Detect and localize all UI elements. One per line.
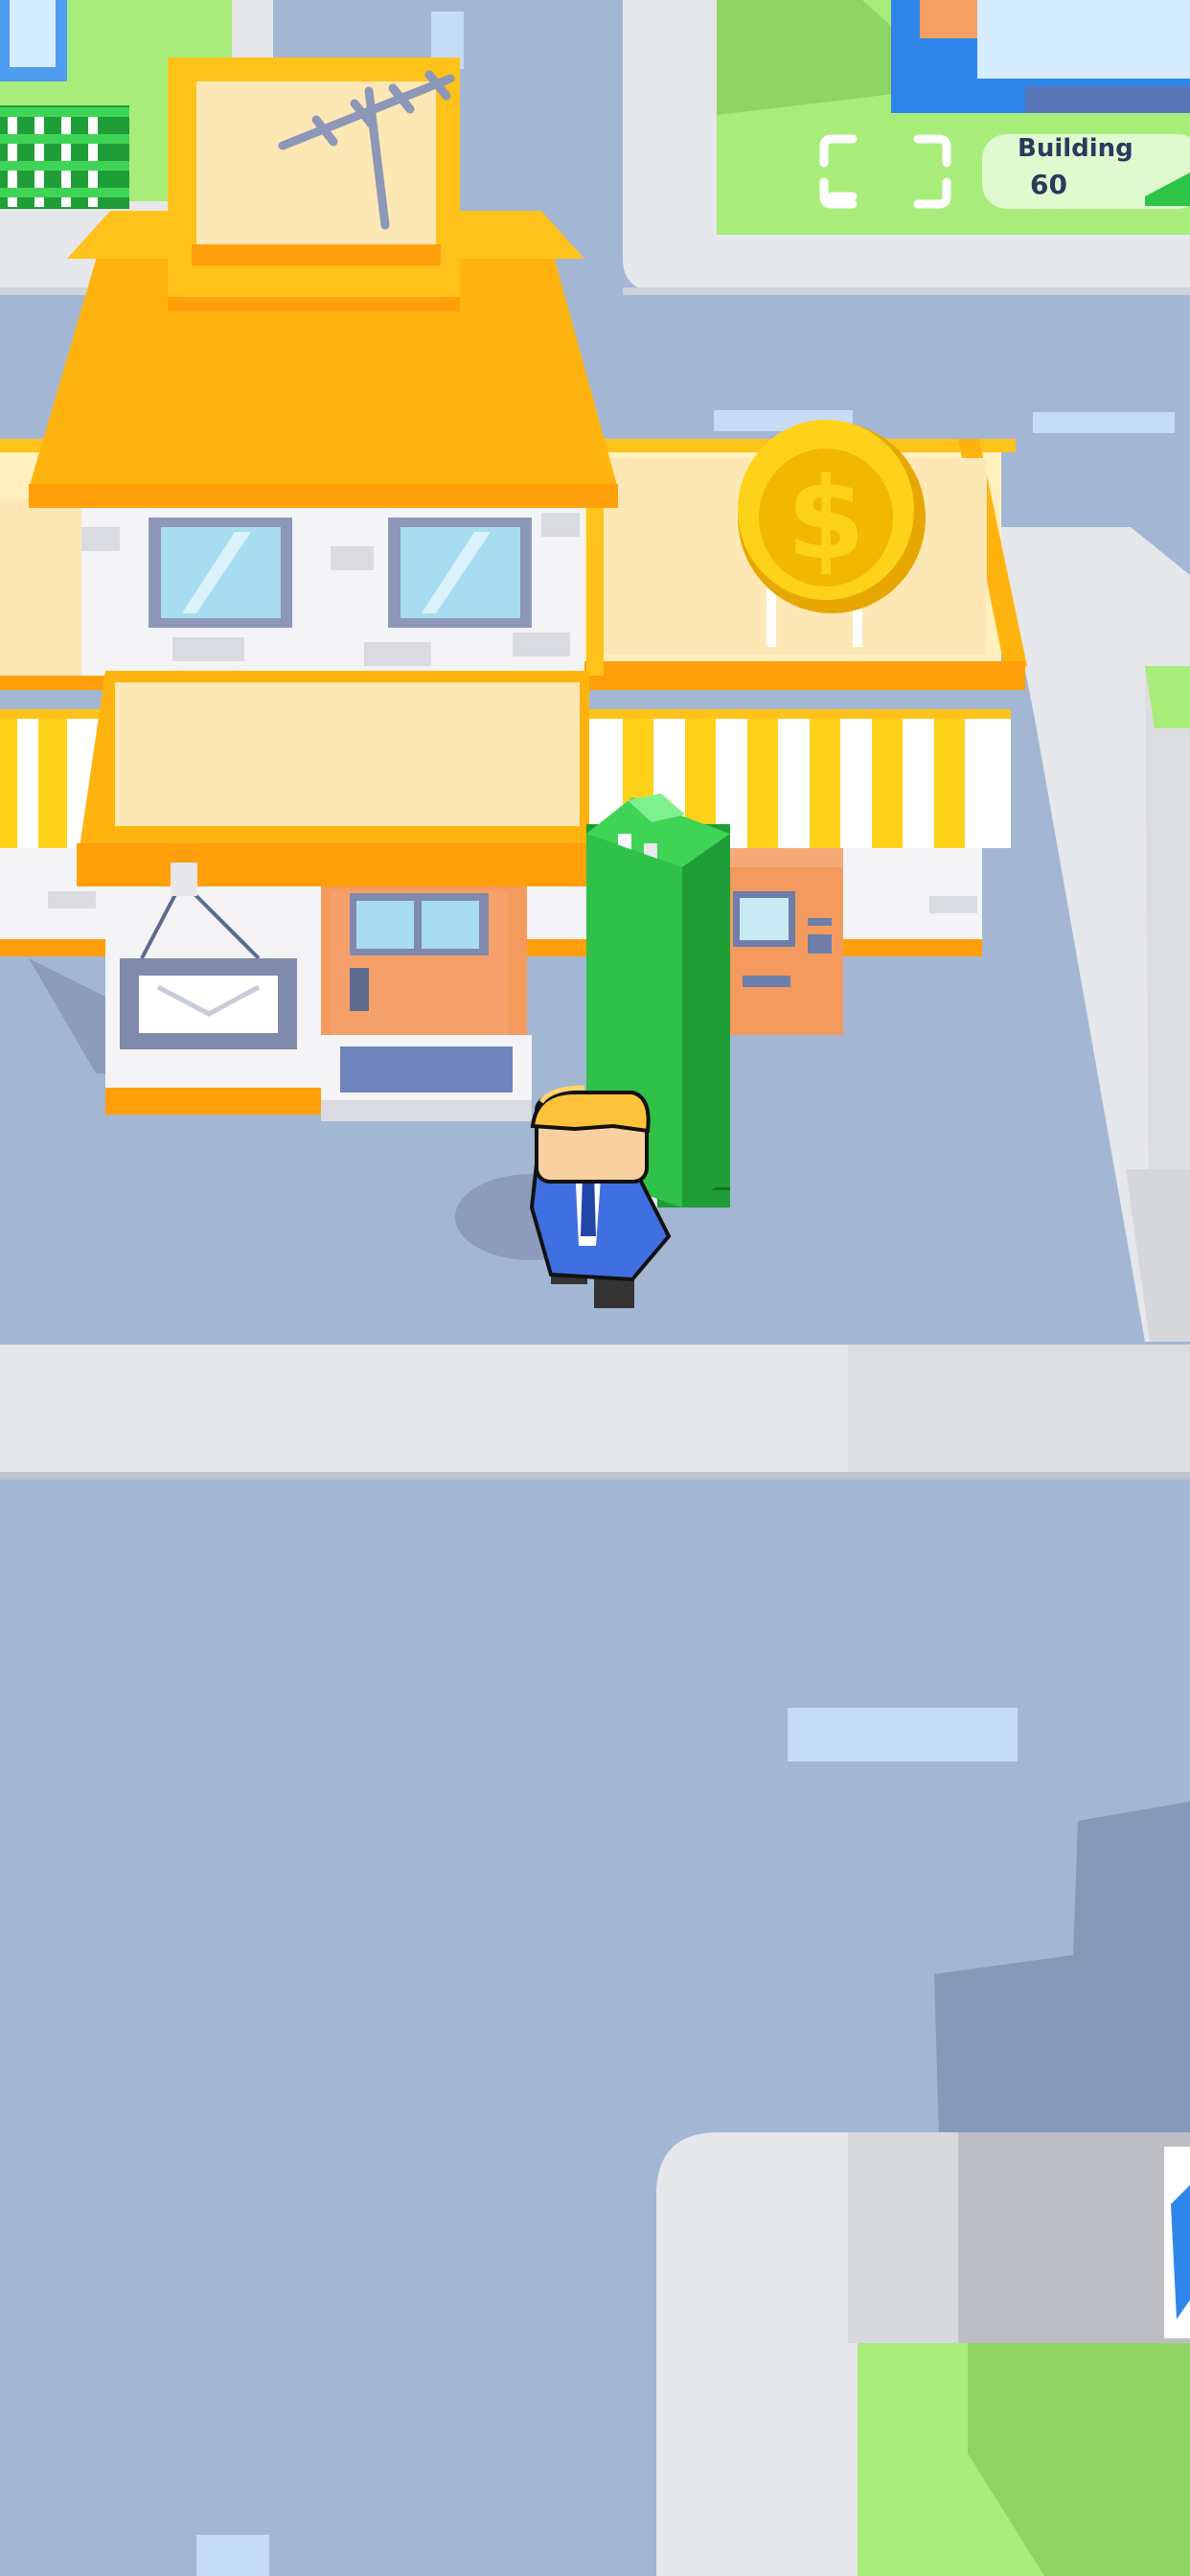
- upper-window-right: [388, 518, 532, 628]
- cash-pile-top-left: [0, 105, 129, 209]
- crosswalk-sidewalk: [0, 1345, 1190, 1480]
- game-scene[interactable]: Building 60 $: [0, 0, 1190, 2576]
- coin-symbol: $: [787, 452, 865, 585]
- atm-icon: [723, 848, 843, 1035]
- upper-window-left: [149, 518, 292, 628]
- building-label: Building: [1018, 134, 1133, 163]
- bottom-right-block: [656, 2132, 1190, 2576]
- building-cost: 60: [1030, 169, 1067, 200]
